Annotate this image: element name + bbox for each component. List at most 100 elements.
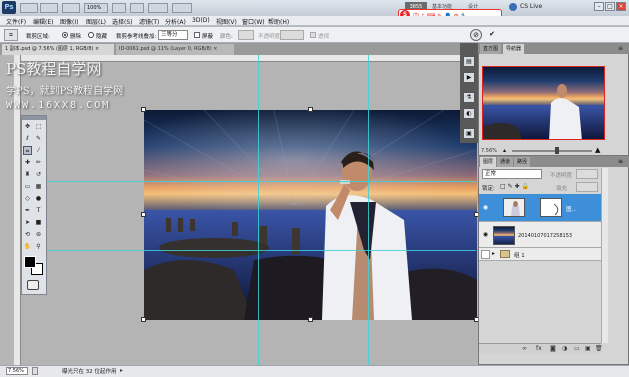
toolbox-grip[interactable] <box>22 116 46 120</box>
type-tool-icon[interactable]: T <box>34 206 43 215</box>
menu-help[interactable]: 帮助(H) <box>268 17 289 26</box>
perspective-checkbox[interactable] <box>310 32 316 38</box>
layer-name-1[interactable]: 图... <box>566 205 577 215</box>
panel-menu-icon[interactable]: ≡ <box>618 45 623 52</box>
tab-layers[interactable]: 图层 <box>480 157 497 167</box>
quick-mask-button[interactable] <box>27 280 39 290</box>
zoom-in-icon[interactable]: ▲ <box>595 146 600 154</box>
close-button[interactable]: × <box>616 2 626 11</box>
crop-handle-ml[interactable] <box>141 212 146 217</box>
menu-view[interactable]: 视图(V) <box>216 17 237 26</box>
minimize-button[interactable]: – <box>594 2 604 11</box>
delete-radio[interactable] <box>62 32 68 38</box>
panel-icon-4[interactable]: ◐ <box>463 108 475 119</box>
pen-tool-icon[interactable]: ✒ <box>23 206 32 215</box>
overlay-select[interactable]: 三等分 <box>158 30 188 40</box>
group-icon[interactable]: ▭ <box>574 345 580 352</box>
lasso-tool-icon[interactable]: ℓ <box>23 134 32 143</box>
menu-file[interactable]: 文件(F) <box>6 17 26 26</box>
menu-filter[interactable]: 滤镜(T) <box>139 17 159 26</box>
eyedropper-tool-icon[interactable]: ⁄ <box>34 146 43 155</box>
heal-tool-icon[interactable]: ✚ <box>23 158 32 167</box>
eye-icon[interactable]: ◉ <box>481 230 490 239</box>
zoom-tool-icon[interactable]: ⚲ <box>34 242 43 251</box>
maximize-button[interactable]: □ <box>605 2 615 11</box>
quick-select-tool-icon[interactable]: ✎ <box>34 134 43 143</box>
3d-orbit-tool-icon[interactable]: ⊚ <box>34 230 43 239</box>
navigator-zoom-knob[interactable] <box>555 147 559 154</box>
crop-tool-icon[interactable]: ⌗ <box>23 146 32 155</box>
navigator-zoom[interactable]: 7.56% <box>481 148 497 154</box>
lock-icons[interactable]: □ ✎ ✚ 🔒 <box>500 183 529 193</box>
menu-image[interactable]: 图像(I) <box>60 17 78 26</box>
view-extras-dropdown[interactable] <box>62 3 80 13</box>
shape-tool-icon[interactable]: ■ <box>34 218 43 227</box>
trash-icon[interactable]: 🗑 <box>595 345 603 352</box>
guide-vertical-1[interactable] <box>258 55 259 365</box>
menu-analysis[interactable]: 分析(A) <box>165 17 186 26</box>
panel-icon-1[interactable]: ▤ <box>463 56 475 67</box>
mask-icon[interactable]: ◙ <box>550 345 556 352</box>
status-arrow-icon[interactable]: ▸ <box>120 367 123 374</box>
history-tool-icon[interactable]: ↺ <box>34 170 43 179</box>
hand-tool-icon[interactable] <box>112 3 126 13</box>
layer-fill-field[interactable] <box>576 182 598 192</box>
layer-row-group[interactable] <box>479 248 601 261</box>
zoom-field[interactable]: 7.56% <box>6 367 28 375</box>
layer-opacity-field[interactable] <box>576 169 598 179</box>
layers-menu-icon[interactable]: ≡ <box>618 158 623 165</box>
blur-tool-icon[interactable]: ◇ <box>23 194 32 203</box>
cs-live-button[interactable]: CS Live <box>520 3 542 10</box>
tab-navigator[interactable]: 导航器 <box>503 44 525 54</box>
commit-icon[interactable]: ✔ <box>486 29 498 41</box>
eye-icon[interactable]: ◉ <box>481 203 490 212</box>
eye-off-icon[interactable] <box>481 250 490 259</box>
eraser-tool-icon[interactable]: ▭ <box>23 182 32 191</box>
shield-checkbox[interactable] <box>194 32 200 38</box>
hand-tool-icon[interactable]: ✋ <box>23 242 32 251</box>
layer-name-2[interactable]: 20140107017258153 <box>518 233 572 243</box>
menu-3d[interactable]: 3D(D) <box>192 17 210 24</box>
hide-radio[interactable] <box>88 32 94 38</box>
guide-horizontal-2[interactable] <box>21 250 476 251</box>
zoom-dropdown[interactable]: 100% <box>84 3 108 13</box>
navigator-thumbnail[interactable] <box>482 66 605 140</box>
opacity-field[interactable] <box>280 30 304 40</box>
doc-tab-2[interactable]: ID-0061.psd @ 11% (Layer 0, RGB/8) × <box>116 44 234 55</box>
crop-tool-preset-icon[interactable]: ⌗ <box>4 29 18 41</box>
color-swatch[interactable] <box>238 30 254 40</box>
tab-channels[interactable]: 通道 <box>497 157 514 167</box>
navigator-zoom-slider[interactable] <box>512 150 592 152</box>
adjustment-icon[interactable]: ◑ <box>562 345 567 352</box>
foreground-color-front[interactable] <box>24 256 36 268</box>
panel-icon-3[interactable]: ⚗ <box>463 92 475 103</box>
menu-select[interactable]: 选择(S) <box>112 17 133 26</box>
layers-scrollbar[interactable] <box>601 168 608 343</box>
panel-icon-2[interactable]: ▶ <box>463 72 475 83</box>
doc-tab-active[interactable]: 1 副本.psd @ 7.56% (图层 1, RGB/8) × <box>2 44 114 55</box>
brush-tool-icon[interactable]: ✏ <box>34 158 43 167</box>
panel-icon-5[interactable]: ▣ <box>463 128 475 139</box>
document-image[interactable] <box>144 110 477 320</box>
menu-window[interactable]: 窗口(W) <box>242 17 265 26</box>
path-select-tool-icon[interactable]: ➤ <box>23 218 32 227</box>
link-icon[interactable]: ∞ <box>522 345 527 352</box>
menu-layer[interactable]: 图层(L) <box>86 17 106 26</box>
cancel-icon[interactable]: ⊘ <box>470 29 482 41</box>
group-expand-icon[interactable]: ▸ <box>492 250 495 260</box>
crop-handle-bc[interactable] <box>308 317 313 322</box>
new-layer-icon[interactable]: ▣ <box>585 345 591 352</box>
group-name[interactable]: 组 1 <box>514 251 525 261</box>
status-info-icon[interactable] <box>32 367 38 375</box>
marquee-tool-icon[interactable]: ⬚ <box>34 122 43 131</box>
arrange-documents-dropdown[interactable] <box>148 3 168 13</box>
3d-rotate-tool-icon[interactable]: ⟲ <box>23 230 32 239</box>
dodge-tool-icon[interactable]: ● <box>34 194 43 203</box>
crop-handle-bl[interactable] <box>141 317 146 322</box>
fx-icon[interactable]: fx <box>536 345 542 352</box>
stamp-tool-icon[interactable]: ♜ <box>23 170 32 179</box>
cs-live-icon[interactable] <box>509 3 517 11</box>
screen-mode-dropdown[interactable] <box>172 3 192 13</box>
gradient-tool-icon[interactable]: ▦ <box>34 182 43 191</box>
bridge-icon[interactable] <box>20 3 38 13</box>
